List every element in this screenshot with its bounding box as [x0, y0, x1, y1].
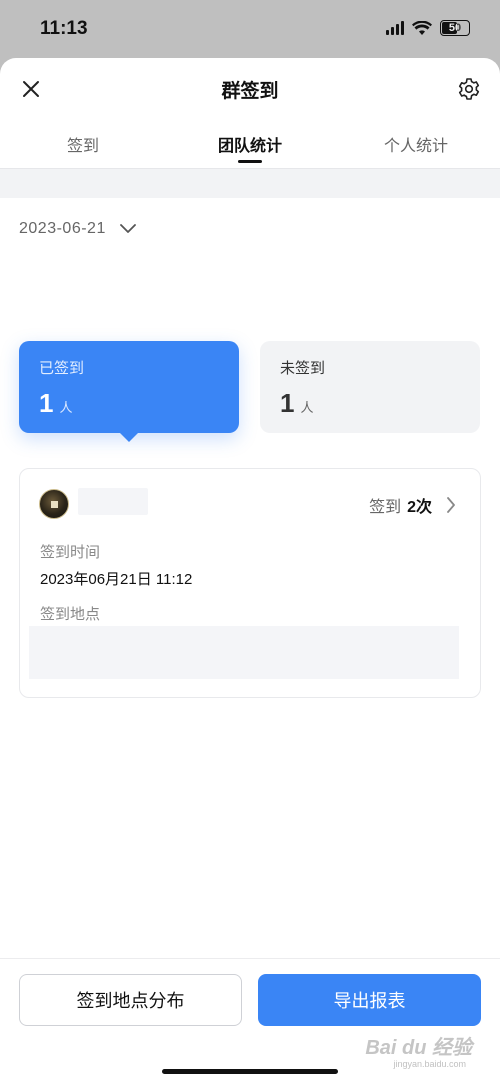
checkin-time-value: 2023年06月21日 11:12 [40, 571, 193, 588]
active-tab-indicator [238, 160, 262, 163]
section-divider [0, 169, 500, 198]
checkin-time-label: 签到时间 [40, 544, 101, 561]
wifi-icon [412, 20, 432, 35]
signed-in-label: 已签到 [39, 360, 85, 377]
not-signed-in-count: 1 [280, 388, 295, 418]
battery-icon: 50 [440, 20, 470, 36]
checkin-count[interactable]: 签到 2次 [369, 493, 456, 517]
checkin-sheet: 群签到 签到 团队统计 个人统计 2023-06-21 已签到 1 人 未签到 … [0, 58, 500, 1082]
tab-personal-stats[interactable]: 个人统计 [346, 132, 486, 156]
home-indicator[interactable] [162, 1069, 338, 1074]
status-icons: 50 [386, 20, 470, 36]
checkin-location-label: 签到地点 [40, 606, 101, 623]
status-time: 11:13 [40, 18, 88, 39]
avatar [39, 489, 69, 519]
page-title: 群签到 [221, 81, 279, 102]
bottom-action-bar: 签到地点分布 导出报表 Bai du 经验 jingyan.baidu.com [0, 958, 500, 1082]
location-distribution-button[interactable]: 签到地点分布 [19, 974, 242, 1026]
watermark-url: jingyan.baidu.com [393, 1059, 466, 1069]
cellular-signal-icon [386, 21, 404, 35]
export-report-button[interactable]: 导出报表 [258, 974, 481, 1026]
signed-in-unit: 人 [59, 400, 73, 415]
not-signed-in-card[interactable]: 未签到 1 人 [260, 341, 480, 433]
card-pointer-icon [119, 432, 139, 442]
not-signed-in-unit: 人 [300, 400, 314, 415]
date-picker[interactable]: 2023-06-21 [19, 220, 136, 238]
chevron-down-icon [119, 224, 136, 233]
checkin-count-prefix: 签到 [369, 499, 402, 516]
watermark: Bai du 经验 [365, 1037, 472, 1059]
checkin-count-times: 2次 [407, 499, 432, 516]
signed-in-count: 1 [39, 388, 54, 418]
member-name-redacted [78, 488, 148, 515]
status-bar: 11:13 50 [0, 0, 500, 58]
not-signed-in-label: 未签到 [280, 360, 326, 377]
checkin-location-redacted [29, 626, 459, 679]
not-signed-in-count-row: 1 人 [280, 388, 460, 419]
checkin-record-card[interactable]: 签到 2次 签到时间 2023年06月21日 11:12 签到地点 [19, 468, 481, 698]
signed-in-count-row: 1 人 [39, 388, 219, 419]
date-value: 2023-06-21 [19, 220, 106, 237]
chevron-right-icon [447, 497, 455, 513]
signed-in-card[interactable]: 已签到 1 人 [19, 341, 239, 433]
nav-bar: 群签到 [0, 58, 500, 118]
tab-team-stats[interactable]: 团队统计 [180, 132, 320, 156]
gear-icon[interactable] [456, 76, 482, 102]
battery-level: 50 [448, 22, 462, 34]
tab-checkin[interactable]: 签到 [13, 132, 153, 156]
